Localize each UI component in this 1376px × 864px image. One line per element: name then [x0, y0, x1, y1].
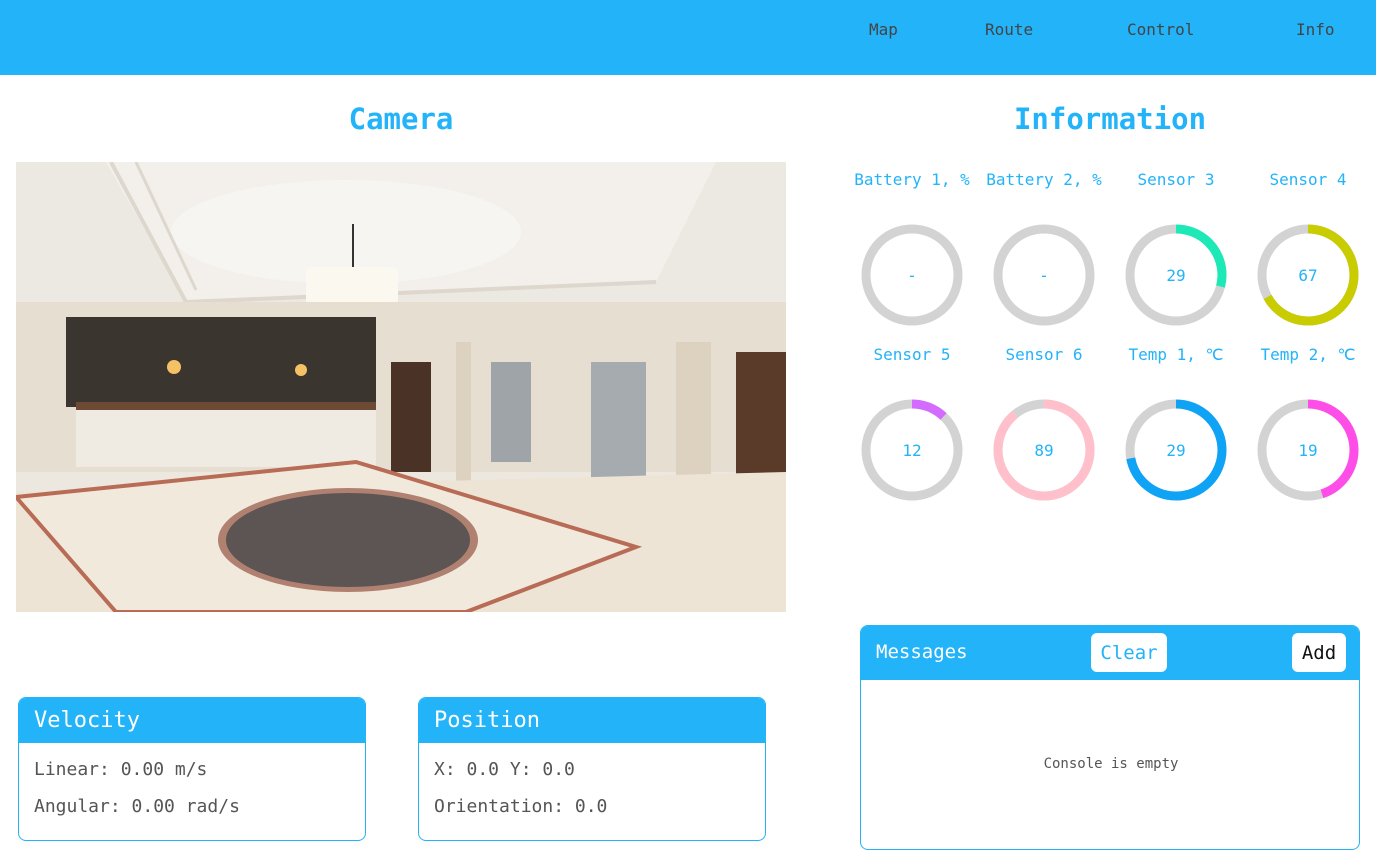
clear-button[interactable]: Clear: [1091, 633, 1167, 672]
gauge-ring: -: [993, 224, 1095, 326]
gauge-value: -: [907, 266, 917, 285]
gauge-label: Battery 2, %: [986, 170, 1102, 189]
gauge-2: Battery 2, % -: [978, 166, 1110, 330]
gauge-3: Sensor 3 29: [1110, 166, 1242, 330]
gauge-label: Temp 2, ℃: [1260, 345, 1356, 364]
gauge-label: Sensor 4: [1269, 170, 1347, 189]
nav-map[interactable]: Map: [869, 20, 898, 39]
position-xy: X: 0.0 Y: 0.0: [434, 759, 575, 780]
messages-title: Messages: [876, 641, 968, 663]
add-button[interactable]: Add: [1292, 633, 1346, 672]
linear-velocity: Linear: 0.00 m/s: [34, 759, 208, 780]
nav-route[interactable]: Route: [985, 20, 1033, 39]
gauge-ring: 89: [993, 399, 1095, 501]
gauge-ring: 12: [861, 399, 963, 501]
gauge-ring: 19: [1257, 399, 1359, 501]
gauge-value: 89: [1034, 441, 1053, 460]
gauge-6: Sensor 6 89: [978, 341, 1110, 505]
gauge-4: Sensor 4 67: [1242, 166, 1374, 330]
top-nav-bar: Map Route Control Info: [0, 0, 1376, 75]
gauge-ring: -: [861, 224, 963, 326]
position-title: Position: [419, 698, 765, 743]
angular-velocity: Angular: 0.00 rad/s: [34, 796, 240, 817]
gauge-ring: 29: [1125, 224, 1227, 326]
camera-image: [16, 162, 786, 612]
gauge-ring: 67: [1257, 224, 1359, 326]
messages-header: Messages Clear Add: [861, 626, 1359, 680]
gauge-8: Temp 2, ℃ 19: [1242, 341, 1374, 505]
camera-title: Camera: [348, 102, 454, 136]
velocity-panel: Velocity Linear: 0.00 m/s Angular: 0.00 …: [18, 697, 366, 841]
gauge-ring: 29: [1125, 399, 1227, 501]
gauge-7: Temp 1, ℃ 29: [1110, 341, 1242, 505]
gauge-label: Sensor 6: [1005, 345, 1083, 364]
gauge-value: -: [1039, 266, 1049, 285]
gauge-label: Sensor 5: [873, 345, 951, 364]
gauge-value: 67: [1298, 266, 1317, 285]
nav-info[interactable]: Info: [1296, 20, 1335, 39]
nav-control[interactable]: Control: [1127, 20, 1194, 39]
gauge-label: Temp 1, ℃: [1128, 345, 1224, 364]
gauge-label: Sensor 3: [1137, 170, 1215, 189]
gauge-value: 12: [902, 441, 921, 460]
gauge-value: 19: [1298, 441, 1317, 460]
information-title: Information: [1013, 102, 1207, 136]
console-empty-text: Console is empty: [1043, 756, 1179, 772]
position-panel: Position X: 0.0 Y: 0.0 Orientation: 0.0: [418, 697, 766, 841]
gauge-1: Battery 1, % -: [846, 166, 978, 330]
velocity-title: Velocity: [19, 698, 365, 743]
gauge-5: Sensor 5 12: [846, 341, 978, 505]
messages-panel: Messages Clear Add Console is empty: [860, 625, 1360, 850]
position-orientation: Orientation: 0.0: [434, 796, 608, 817]
gauge-value: 29: [1166, 266, 1185, 285]
gauge-value: 29: [1166, 441, 1185, 460]
gauge-label: Battery 1, %: [854, 170, 970, 189]
camera-feed: [16, 162, 786, 612]
